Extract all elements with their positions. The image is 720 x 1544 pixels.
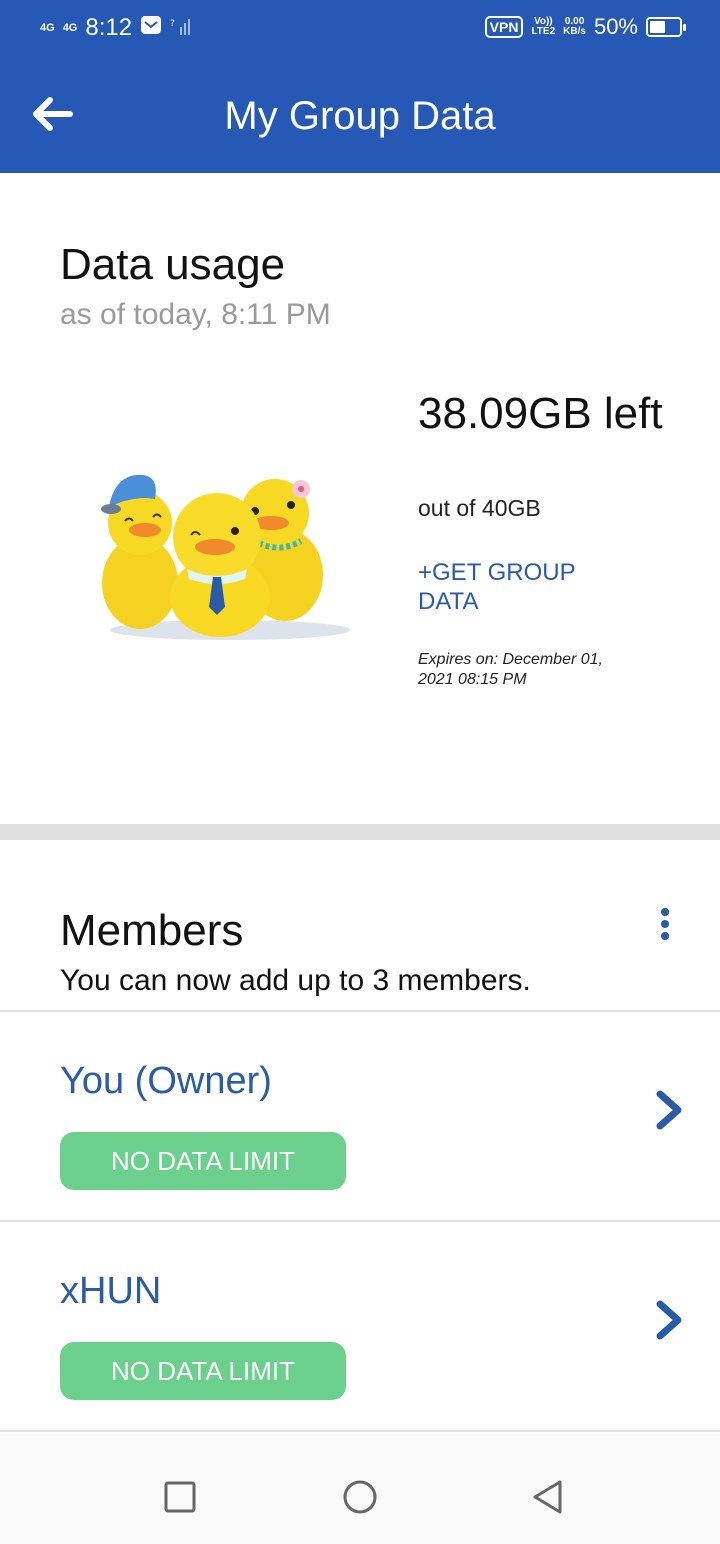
clock: 8:12 xyxy=(85,14,133,41)
status-left: 4G 4G 8:12 ? xyxy=(40,14,191,42)
network-speed: 0.00 KB/s xyxy=(563,17,586,37)
ducks-illustration xyxy=(95,465,365,645)
chevron-right-icon xyxy=(652,1088,686,1132)
status-right: VPN Vo)) LTE2 0.00 KB/s 50% xyxy=(484,14,686,40)
system-nav-bar xyxy=(0,1434,720,1544)
no-signal-icon: ? xyxy=(170,14,191,42)
home-circle-icon[interactable] xyxy=(342,1479,378,1515)
speed-unit: KB/s xyxy=(563,26,586,37)
battery-icon xyxy=(646,17,686,37)
expiry-date: Expires on: December 01, 2021 08:15 PM xyxy=(418,651,603,688)
member-name: You (Owner) xyxy=(60,1060,272,1102)
app-bar: My Group Data xyxy=(0,58,720,173)
members-heading: Members xyxy=(60,906,244,955)
volte-indicator: Vo)) LTE2 xyxy=(531,17,555,37)
battery-percent: 50% xyxy=(593,14,638,39)
signal-2-indicator: 4G xyxy=(62,21,78,34)
member-row-xhun[interactable]: xHUN NO DATA LIMIT xyxy=(0,1222,720,1430)
data-total: out of 40GB xyxy=(418,495,541,521)
page-title: My Group Data xyxy=(224,94,496,138)
volte-bottom: LTE2 xyxy=(531,26,556,37)
member-name: xHUN xyxy=(60,1270,162,1312)
get-group-data-link[interactable]: +GET GROUP DATA xyxy=(418,558,618,616)
member-row-owner[interactable]: You (Owner) NO DATA LIMIT xyxy=(0,1012,720,1220)
data-usage-timestamp: as of today, 8:11 PM xyxy=(60,298,331,331)
data-remaining: 38.09GB left xyxy=(418,389,663,438)
data-usage-heading: Data usage xyxy=(60,240,286,289)
data-limit-badge: NO DATA LIMIT xyxy=(60,1132,346,1190)
svg-text:?: ? xyxy=(170,19,175,29)
members-subtitle: You can now add up to 3 members. xyxy=(60,964,531,997)
vpn-indicator: VPN xyxy=(484,16,524,38)
mail-icon xyxy=(140,14,162,42)
recent-apps-square-icon[interactable] xyxy=(162,1479,198,1515)
data-limit-badge: NO DATA LIMIT xyxy=(60,1342,346,1400)
signal-1-indicator: 4G xyxy=(40,21,55,34)
back-triangle-icon[interactable] xyxy=(530,1479,566,1515)
list-divider xyxy=(0,1430,720,1432)
chevron-right-icon xyxy=(652,1298,686,1342)
more-options-icon[interactable] xyxy=(650,908,680,952)
status-bar: 4G 4G 8:12 ? VPN Vo)) LTE2 0.00 KB/s 50% xyxy=(0,0,720,58)
section-divider xyxy=(0,824,720,840)
